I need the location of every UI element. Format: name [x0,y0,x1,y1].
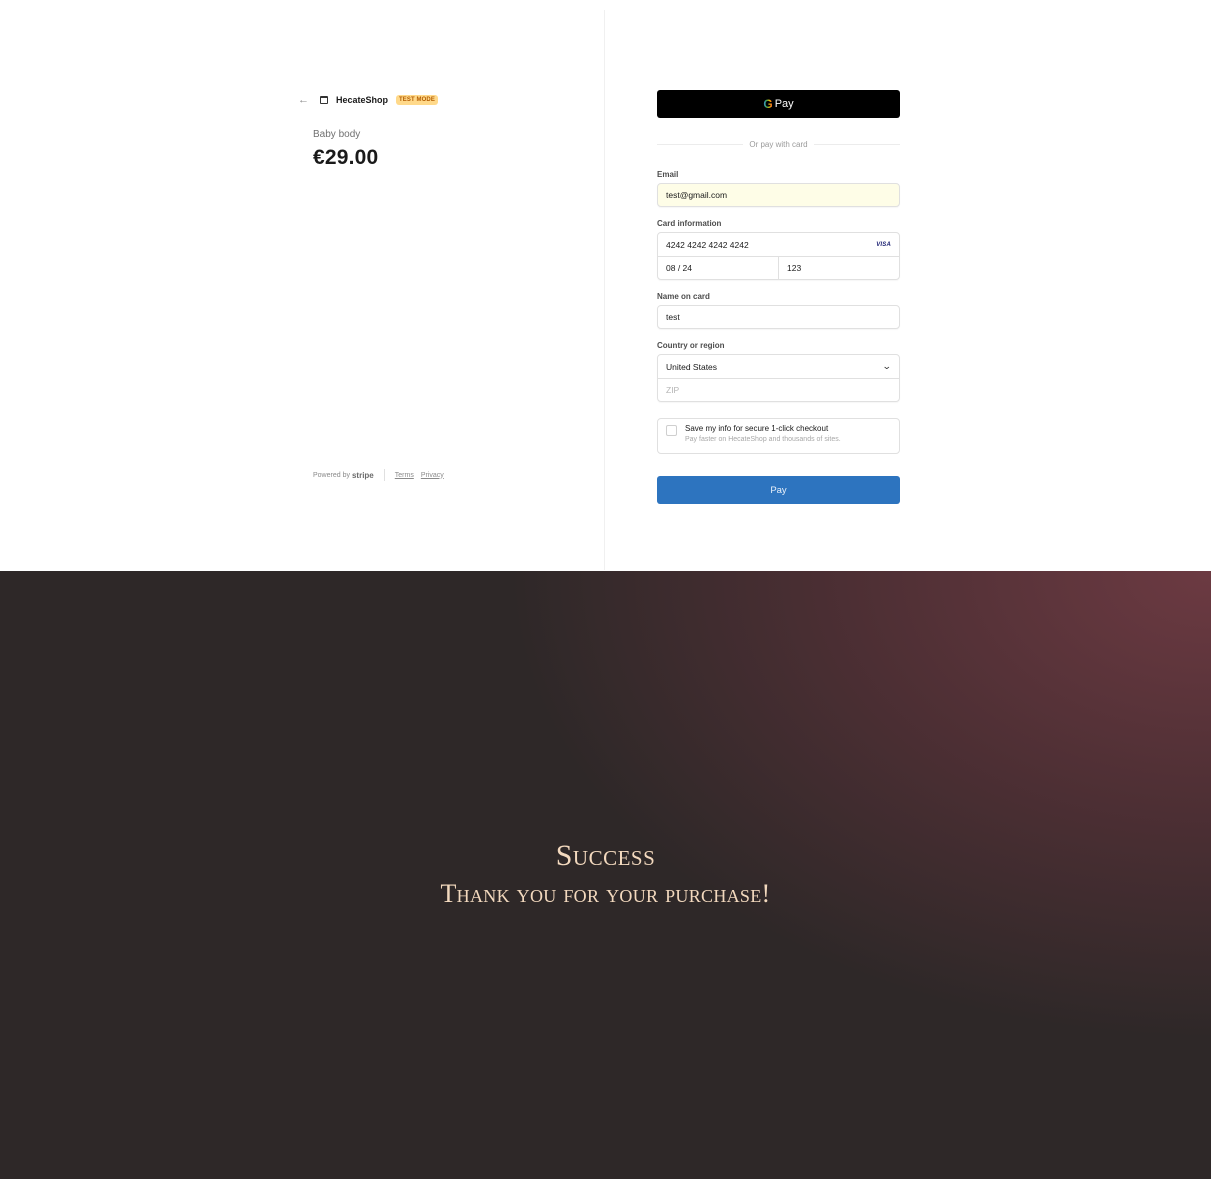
product-price: €29.00 [313,146,379,169]
store-name[interactable]: HecateShop [336,95,388,105]
card-expiry-cvc-row: 08 / 24 123 [658,256,899,279]
or-divider: Or pay with card [657,138,900,150]
email-label: Email [657,170,679,179]
arrow-left-icon[interactable]: ← [298,95,309,106]
save-info-checkbox[interactable] [666,425,677,436]
country-select[interactable]: United States ⌄ [658,355,899,378]
checkout-footer: Powered by stripe Terms Privacy [313,469,451,481]
save-info-title: Save my info for secure 1-click checkout [685,424,829,433]
country-value: United States [666,361,718,372]
column-divider [604,10,605,570]
card-number-value: 4242 4242 4242 4242 [666,239,749,250]
product-name: Baby body [313,129,361,140]
or-pay-with-card-text: Or pay with card [743,139,814,149]
google-pay-label: Pay [774,98,794,110]
email-group: Email test@gmail.com [657,170,900,207]
terms-link[interactable]: Terms [395,472,414,479]
card-cvc-field[interactable]: 123 [778,257,899,279]
card-info-group: Card information 4242 4242 4242 4242 VIS… [657,219,900,280]
country-group: Country or region United States ⌄ ZIP [657,341,900,402]
chevron-down-icon: ⌄ [882,361,893,371]
save-info-subtitle: Pay faster on HecateShop and thousands o… [685,436,841,443]
save-info-box[interactable]: Save my info for secure 1-click checkout… [657,418,900,454]
email-field[interactable]: test@gmail.com [657,183,900,207]
country-label: Country or region [657,341,725,350]
card-info-fields: 4242 4242 4242 4242 VISA 08 / 24 123 [657,232,900,280]
success-section: Success Thank you for your purchase! [0,571,1211,1179]
google-g-icon: G [763,97,773,111]
success-title: Success [555,839,656,872]
name-group: Name on card test [657,292,900,329]
name-on-card-field[interactable]: test [657,305,900,329]
checkout-section: ← HecateShop TEST MODE Baby body €29.00 … [0,0,1211,571]
store-icon [320,96,328,104]
summary-header: ← HecateShop TEST MODE [298,92,438,108]
visa-icon: VISA [876,241,891,248]
zip-field[interactable]: ZIP [658,378,899,401]
powered-by-text: Powered by [313,471,350,479]
name-on-card-label: Name on card [657,292,710,301]
google-pay-button[interactable]: G Pay [657,90,900,118]
payment-form: G Pay Or pay with card Email test@gmail.… [657,90,900,504]
country-fields: United States ⌄ ZIP [657,354,900,402]
stripe-logo[interactable]: stripe [352,471,374,480]
test-mode-badge: TEST MODE [396,95,438,105]
footer-divider [383,469,385,481]
success-subtitle: Thank you for your purchase! [440,879,771,908]
privacy-link[interactable]: Privacy [421,472,444,479]
card-expiry-field[interactable]: 08 / 24 [658,257,778,279]
card-info-label: Card information [657,219,722,228]
card-number-field[interactable]: 4242 4242 4242 4242 VISA [658,233,899,256]
pay-button[interactable]: Pay [657,476,900,504]
save-info-text: Save my info for secure 1-click checkout… [685,424,841,448]
